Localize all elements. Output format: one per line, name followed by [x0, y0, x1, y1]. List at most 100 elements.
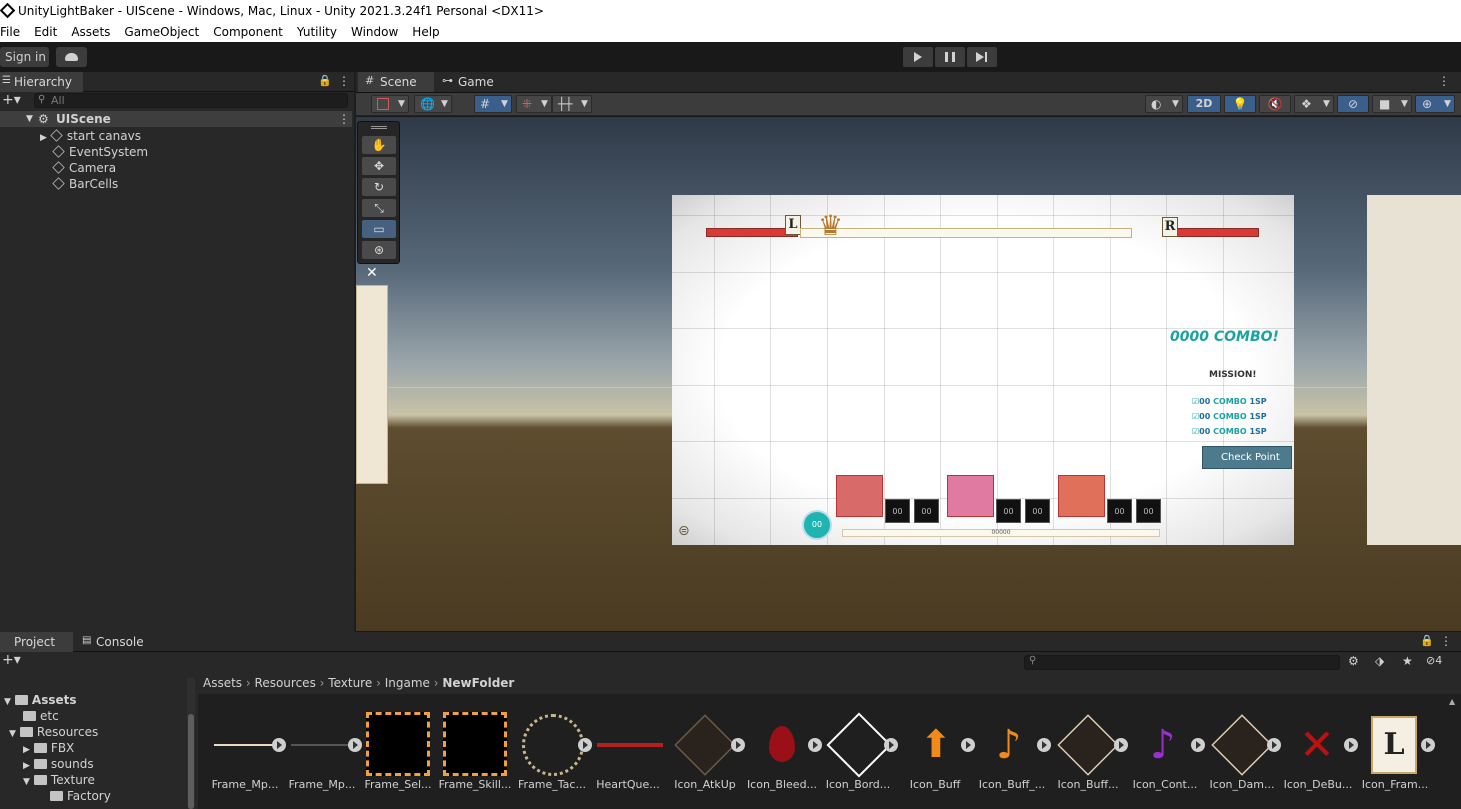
asset-thumbnail[interactable] — [522, 714, 584, 776]
cloud-button[interactable] — [56, 47, 87, 67]
scene-row[interactable]: ▼ ⚙ UIScene ⋮ — [0, 111, 352, 127]
hidden-packages-toggle[interactable]: ⊘4 — [1426, 654, 1442, 667]
move-tool[interactable]: ✥ — [362, 157, 396, 175]
scene-menu-icon[interactable]: ⋮ — [338, 111, 350, 127]
add-button[interactable]: +▾ — [2, 92, 21, 108]
tree-item-fbx[interactable]: ▶ FBX — [23, 740, 74, 756]
grid-snap-toggle[interactable]: # ▼ — [474, 95, 512, 113]
tree-item-sounds[interactable]: ▶ sounds — [23, 756, 94, 772]
collapsed-arrow-icon[interactable]: ▶ — [40, 133, 47, 143]
expand-asset-icon[interactable] — [1191, 738, 1205, 752]
expand-arrow-icon[interactable]: ▼ — [26, 111, 33, 127]
breadcrumb-item[interactable]: Assets — [203, 676, 242, 690]
menu-file[interactable]: File — [0, 22, 26, 42]
shading-dropdown[interactable]: ◐ ▼ — [1145, 95, 1183, 113]
expand-asset-icon[interactable] — [272, 738, 286, 752]
asset-thumbnail[interactable] — [366, 712, 430, 776]
expand-asset-icon[interactable] — [1267, 738, 1281, 752]
expand-asset-icon[interactable] — [808, 738, 822, 752]
expand-arrow-icon[interactable]: ▼ — [9, 729, 16, 739]
menu-icon[interactable]: ⊜ — [678, 523, 690, 539]
menu-window[interactable]: Window — [343, 22, 404, 42]
filter-type-icon[interactable]: ⚙ — [1348, 654, 1359, 668]
tree-item-assets[interactable]: ▼ Assets — [4, 692, 77, 708]
menu-component[interactable]: Component — [205, 22, 289, 42]
transform-tool[interactable]: ⊛ — [362, 241, 396, 259]
asset-thumbnail[interactable]: L — [1371, 716, 1417, 774]
tree-item-factory[interactable]: Factory — [50, 788, 111, 804]
kebab-menu-icon[interactable]: ⋮ — [1440, 634, 1452, 648]
hierarchy-item[interactable]: Camera — [52, 160, 116, 176]
lighting-toggle[interactable]: 💡 — [1224, 95, 1256, 113]
project-search-input[interactable]: ⚲ — [1024, 655, 1340, 670]
snap-increment-button[interactable]: ⁜ ▼ — [516, 95, 552, 113]
menu-gameobject[interactable]: GameObject — [116, 22, 205, 42]
close-icon[interactable]: ✕ — [366, 265, 378, 281]
tab-hierarchy[interactable]: Hierarchy — [0, 72, 83, 92]
hand-tool[interactable]: ✋ — [362, 136, 396, 154]
collapsed-arrow-icon[interactable]: ▶ — [23, 761, 30, 771]
sign-in-button[interactable]: Sign in — [0, 47, 49, 67]
2d-toggle[interactable]: 2D — [1187, 95, 1221, 113]
align-button[interactable]: ┼┼ ▼ — [552, 95, 592, 113]
hierarchy-search-input[interactable]: All — [34, 93, 348, 108]
collapsed-arrow-icon[interactable]: ▶ — [23, 745, 30, 755]
effects-dropdown[interactable]: ❖ ▼ — [1294, 95, 1334, 113]
expand-arrow-icon[interactable]: ▼ — [23, 777, 30, 787]
asset-thumbnail[interactable]: ✕ — [1294, 722, 1340, 768]
gizmos-dropdown[interactable]: ⊕ ▼ — [1415, 95, 1455, 113]
expand-asset-icon[interactable] — [348, 738, 362, 752]
audio-toggle[interactable]: 🔇 — [1259, 95, 1291, 113]
hierarchy-item[interactable]: EventSystem — [52, 144, 148, 160]
game-canvas[interactable]: L ♛ R 0000 COMBO! MISSION! ☑00 COMBO 1SP… — [672, 195, 1294, 545]
breadcrumb-item[interactable]: Texture — [328, 676, 372, 690]
drag-handle-icon[interactable] — [371, 126, 387, 129]
breadcrumb-item[interactable]: Resources — [255, 676, 316, 690]
asset-thumbnail[interactable]: ⬆ — [920, 724, 952, 764]
scene-kebab-icon[interactable]: ⋮ — [1438, 74, 1450, 88]
tree-item-etc[interactable]: etc — [23, 708, 59, 724]
breadcrumb-item[interactable]: Ingame — [385, 676, 430, 690]
menu-help[interactable]: Help — [404, 22, 445, 42]
camera-dropdown[interactable]: ■ ▼ — [1372, 95, 1412, 113]
expand-asset-icon[interactable] — [731, 738, 745, 752]
expand-asset-icon[interactable] — [1114, 738, 1128, 752]
rotate-tool[interactable]: ↻ — [362, 178, 396, 196]
scale-tool[interactable]: ⤡ — [362, 199, 396, 217]
tree-scrollbar[interactable] — [187, 678, 195, 809]
tab-project[interactable]: Project — [0, 632, 73, 652]
pause-button[interactable] — [935, 47, 965, 67]
hierarchy-item[interactable]: ▶ start canavs — [40, 128, 141, 144]
tree-item-resources[interactable]: ▼ Resources — [9, 724, 98, 740]
lock-icon[interactable]: 🔒 — [1420, 634, 1434, 647]
tree-item-texture[interactable]: ▼ Texture — [23, 772, 95, 788]
checkpoint-button[interactable]: Check Point — [1202, 446, 1292, 469]
menu-edit[interactable]: Edit — [26, 22, 63, 42]
expand-arrow-icon[interactable]: ▼ — [4, 697, 11, 707]
step-button[interactable] — [967, 47, 997, 67]
create-button[interactable]: +▾ — [2, 652, 21, 668]
asset-thumbnail[interactable] — [769, 726, 795, 762]
asset-thumbnail[interactable] — [597, 710, 667, 780]
expand-asset-icon[interactable] — [884, 738, 898, 752]
kebab-menu-icon[interactable]: ⋮ — [338, 74, 350, 88]
global-local-dropdown[interactable]: 🌐 ▼ — [414, 95, 452, 113]
expand-asset-icon[interactable] — [1344, 738, 1358, 752]
asset-thumbnail[interactable]: ♪ — [996, 720, 1032, 770]
asset-thumbnail[interactable] — [443, 712, 507, 776]
scroll-up-icon[interactable]: ▲ — [1449, 697, 1455, 706]
rect-tool[interactable]: ▭ — [362, 220, 396, 238]
label-icon[interactable]: ⬗ — [1375, 654, 1384, 668]
lock-icon[interactable]: 🔒 — [318, 74, 332, 87]
play-button[interactable] — [903, 47, 933, 67]
hierarchy-item[interactable]: BarCells — [52, 176, 118, 192]
draw-mode-dropdown[interactable]: ▼ — [371, 95, 409, 113]
expand-asset-icon[interactable] — [1421, 738, 1435, 752]
menu-yutility[interactable]: Yutility — [289, 22, 343, 42]
expand-asset-icon[interactable] — [578, 738, 592, 752]
expand-asset-icon[interactable] — [1037, 738, 1051, 752]
asset-thumbnail[interactable]: ♪ — [1150, 720, 1186, 770]
menu-assets[interactable]: Assets — [63, 22, 116, 42]
expand-asset-icon[interactable] — [961, 738, 975, 752]
visibility-toggle[interactable]: ⊘ — [1337, 95, 1369, 113]
